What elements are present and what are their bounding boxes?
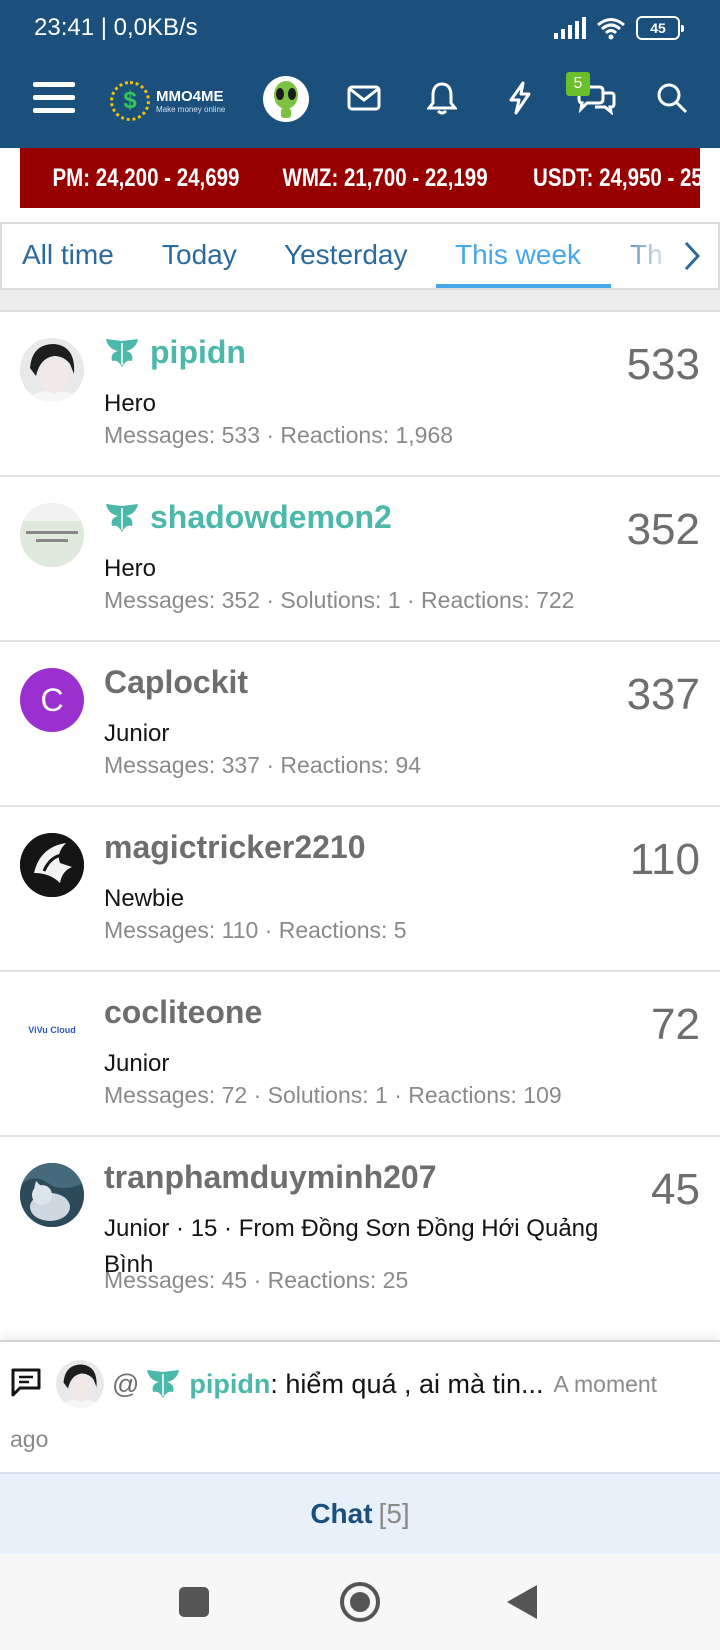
user-stats: Messages: 72 · Solutions: 1 · Reactions:…: [104, 1082, 562, 1108]
user-rank: Hero: [104, 555, 157, 582]
active-tab-indicator: [436, 284, 611, 288]
username[interactable]: magictricker2210: [104, 829, 366, 866]
username-line: pipidn: [104, 334, 246, 371]
message-count: 72: [651, 1000, 700, 1049]
member-list: pipidn Hero Messages: 533 · Reactions: 1…: [0, 310, 720, 1321]
site-logo[interactable]: $ MMO4ME Make money online: [110, 78, 240, 124]
avatar[interactable]: [20, 338, 84, 402]
signal-icon: [554, 17, 586, 39]
member-row[interactable]: shadowdemon2 Hero Messages: 352 · Soluti…: [0, 475, 720, 640]
username-line: shadowdemon2: [104, 499, 392, 536]
member-row[interactable]: pipidn Hero Messages: 533 · Reactions: 1…: [0, 310, 720, 475]
username-line: tranphamduyminh207: [104, 1159, 437, 1196]
member-row[interactable]: magictricker2210 Newbie Messages: 110 · …: [0, 805, 720, 970]
shout-message-line: @ pipidn : hiểm quá , ai mà tin... A mom…: [112, 1366, 712, 1402]
app-header: 23:41 | 0,0KB/s 45 $ MMO4ME Make money o…: [0, 0, 720, 148]
member-row[interactable]: tranphamduyminh207 Junior · 15 · From Đồ…: [0, 1135, 720, 1321]
chat-label: Chat: [310, 1498, 373, 1529]
bell-icon[interactable]: [416, 72, 468, 124]
message-count: 45: [651, 1165, 700, 1214]
avatar[interactable]: ViVu Cloud: [20, 998, 84, 1062]
system-nav-bar: [0, 1554, 720, 1650]
tab-yesterday[interactable]: Yesterday: [284, 224, 408, 288]
user-rank: Junior: [104, 720, 170, 747]
chat-button[interactable]: Chat [5]: [0, 1472, 720, 1554]
list-separator: [0, 290, 720, 310]
menu-icon[interactable]: [28, 72, 80, 124]
mention-at: @: [112, 1368, 140, 1399]
bolt-icon[interactable]: [494, 72, 546, 124]
shout-username[interactable]: pipidn: [189, 1369, 270, 1400]
home-icon[interactable]: [334, 1576, 386, 1628]
user-stats: Messages: 337 · Reactions: 94: [104, 752, 422, 778]
period-tabs: All time Today Yesterday This week Th: [0, 222, 720, 290]
message-count: 533: [626, 340, 700, 389]
rate-usdt: USDT: 24,950 - 25,449: [533, 163, 720, 192]
shout-time-continued: ago: [10, 1426, 49, 1452]
user-stats: Messages: 110 · Reactions: 5: [104, 917, 407, 943]
mail-icon[interactable]: [338, 72, 390, 124]
username[interactable]: Caplockit: [104, 664, 248, 701]
avatar[interactable]: C: [20, 668, 84, 732]
username-line: cocliteone: [104, 994, 262, 1031]
battery-level: 45: [650, 20, 666, 36]
avatar[interactable]: [20, 503, 84, 567]
username-line: Caplockit: [104, 664, 248, 701]
back-icon[interactable]: [496, 1576, 548, 1628]
status-icons: 45: [554, 14, 684, 42]
exchange-rate-banner[interactable]: PM: 24,200 - 24,699 WMZ: 21,700 - 22,199…: [20, 148, 720, 208]
wifi-icon: [597, 18, 625, 40]
tab-all-time[interactable]: All time: [22, 224, 114, 288]
chat-count: [5]: [378, 1498, 410, 1529]
message-count: 110: [629, 835, 700, 884]
shout-text: : hiểm quá , ai mà tin...: [270, 1368, 544, 1399]
user-avatar[interactable]: [263, 76, 309, 122]
user-rank: Newbie: [104, 885, 185, 912]
recents-icon[interactable]: [168, 1576, 220, 1628]
username[interactable]: cocliteone: [104, 994, 262, 1031]
tab-this-week[interactable]: This week: [455, 224, 581, 288]
user-stats: Messages: 45 · Reactions: 25: [104, 1267, 409, 1293]
wings-icon: [147, 1370, 180, 1398]
tab-today[interactable]: Today: [162, 224, 237, 288]
dollar-coin-icon: $: [110, 81, 150, 121]
rate-wmz: WMZ: 21,700 - 22,199: [282, 163, 488, 192]
user-rank: Hero: [104, 390, 157, 417]
logo-tagline: Make money online: [156, 104, 226, 114]
status-time: 23:41 | 0,0KB/s: [34, 14, 198, 41]
message-count: 337: [626, 670, 700, 719]
member-row[interactable]: C Caplockit Junior Messages: 337 · React…: [0, 640, 720, 805]
shoutbox-latest[interactable]: @ pipidn : hiểm quá , ai mà tin... A mom…: [0, 1340, 720, 1472]
rate-pm: PM: 24,200 - 24,699: [52, 163, 240, 192]
avatar-text: ViVu Cloud: [28, 1025, 76, 1035]
username-line: magictricker2210: [104, 829, 366, 866]
message-count: 352: [626, 505, 700, 554]
user-stats: Messages: 533 · Reactions: 1,968: [104, 422, 454, 448]
avatar[interactable]: [20, 833, 84, 897]
username[interactable]: pipidn: [150, 334, 246, 371]
member-row[interactable]: ViVu Cloud cocliteone Junior Messages: 7…: [0, 970, 720, 1135]
logo-name: MMO4ME: [156, 87, 224, 105]
chevron-right-icon[interactable]: [672, 234, 712, 278]
chat-badge: 5: [566, 72, 590, 96]
search-icon[interactable]: [646, 72, 698, 124]
alien-icon: [274, 81, 298, 118]
username[interactable]: shadowdemon2: [150, 499, 392, 536]
wings-icon: [106, 503, 138, 532]
shout-time: A moment: [553, 1370, 658, 1397]
user-rank: Junior: [104, 1050, 170, 1077]
message-square-icon: [11, 1368, 41, 1397]
app-bar: $ MMO4ME Make money online 5: [0, 56, 720, 148]
battery-icon: 45: [636, 16, 684, 40]
username[interactable]: tranphamduyminh207: [104, 1159, 437, 1196]
status-bar: 23:41 | 0,0KB/s 45: [0, 0, 720, 56]
avatar[interactable]: [20, 1163, 84, 1227]
avatar[interactable]: [56, 1360, 104, 1408]
wings-icon: [106, 338, 138, 367]
user-stats: Messages: 352 · Solutions: 1 · Reactions…: [104, 587, 575, 613]
avatar-letter: C: [40, 681, 64, 718]
